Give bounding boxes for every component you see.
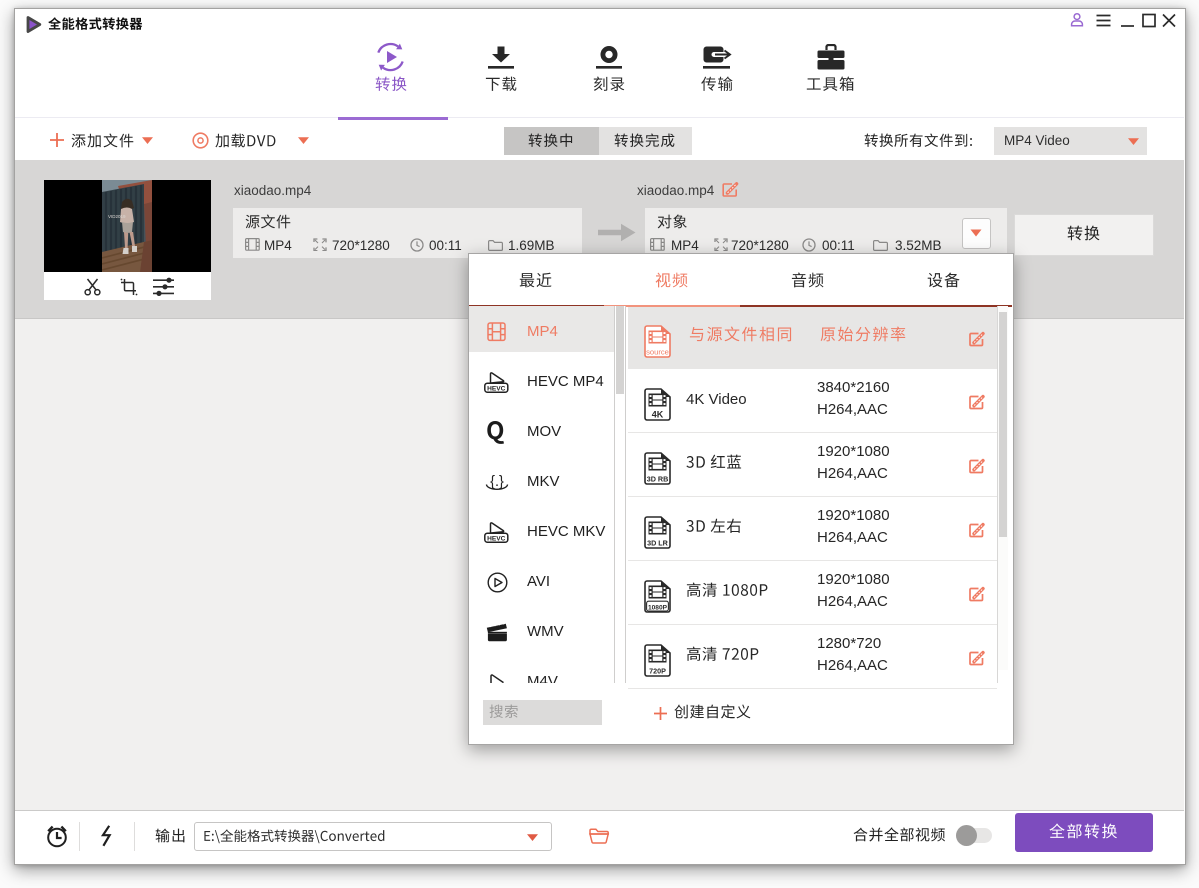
- svg-text:4K: 4K: [652, 410, 664, 420]
- svg-text:HEVC: HEVC: [487, 385, 506, 392]
- svg-text:{.}: {.}: [490, 474, 504, 490]
- svg-text:1080P: 1080P: [648, 605, 668, 612]
- svg-text:source: source: [646, 348, 669, 357]
- svg-text:3D LR: 3D LR: [647, 539, 669, 548]
- svg-text:3D RB: 3D RB: [647, 475, 669, 484]
- svg-text:720P: 720P: [649, 667, 666, 676]
- svg-text:VID2019: VID2019: [108, 214, 126, 219]
- svg-text:HEVC: HEVC: [487, 535, 506, 542]
